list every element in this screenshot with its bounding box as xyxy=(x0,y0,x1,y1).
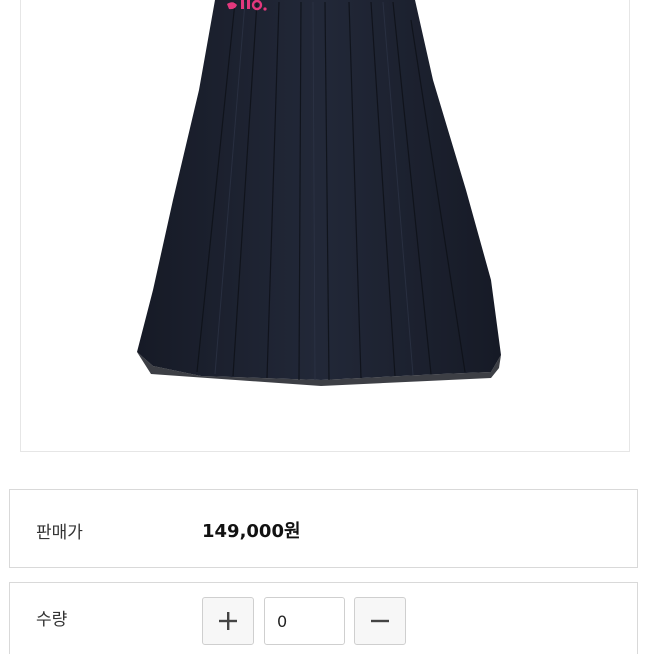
quantity-label: 수량 xyxy=(36,610,68,630)
pleated-skirt-image xyxy=(137,0,501,386)
increase-quantity-button[interactable] xyxy=(202,597,254,645)
price-label: 판매가 xyxy=(36,523,83,543)
price-row: 판매가 149,000원 xyxy=(9,489,638,568)
minus-icon xyxy=(371,619,389,623)
quantity-input[interactable] xyxy=(264,597,345,645)
product-image-frame xyxy=(20,0,630,452)
quantity-row: 수량 xyxy=(9,582,638,654)
plus-icon xyxy=(219,612,237,630)
skirt-body xyxy=(137,0,501,380)
price-value: 149,000원 xyxy=(202,521,301,542)
decrease-quantity-button[interactable] xyxy=(354,597,406,645)
